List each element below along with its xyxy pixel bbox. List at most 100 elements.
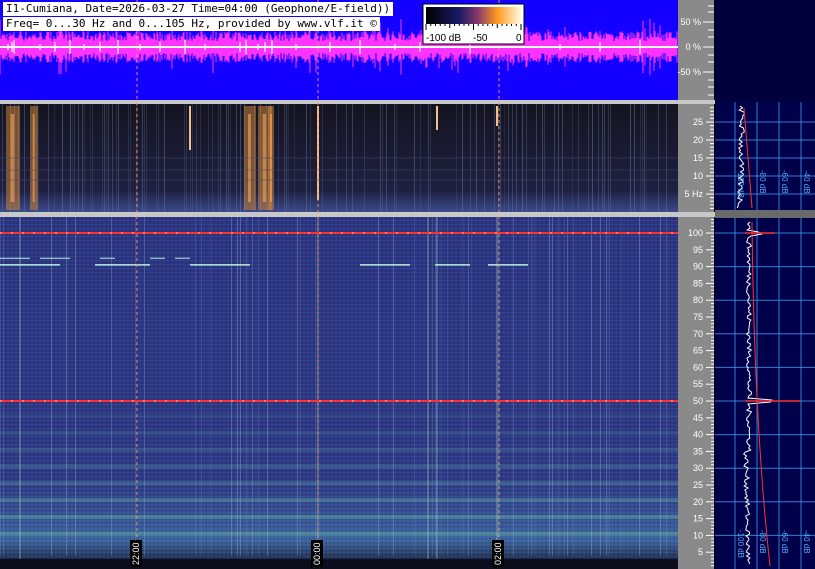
time-marker-label: 02:00 <box>493 542 503 565</box>
time-marker-label: 00:00 <box>312 542 322 565</box>
high-vertical-streak <box>552 217 553 556</box>
high-vertical-streak <box>144 217 145 556</box>
high-tick-label: 30 <box>693 463 703 473</box>
high-vertical-streak <box>237 217 238 556</box>
high-tick-label: 80 <box>693 295 703 305</box>
profile-tick-label: -60 dB <box>780 170 789 194</box>
high-vertical-streak <box>3 217 4 556</box>
high-vertical-streak <box>600 217 601 556</box>
high-floor-band <box>0 558 678 569</box>
high-vertical-streak <box>258 217 259 556</box>
high-vertical-streak <box>135 217 136 556</box>
profile-tick-label: -60 dB <box>780 530 789 554</box>
high-vertical-streak <box>414 217 415 556</box>
high-vertical-streak <box>300 217 301 556</box>
high-vertical-streak <box>267 217 268 556</box>
high-vertical-streak <box>240 217 241 556</box>
high-harmonic-band <box>0 498 678 503</box>
high-tick-label: 65 <box>693 346 703 356</box>
high-vertical-streak <box>534 217 535 556</box>
high-tick-label: 70 <box>693 329 703 339</box>
high-vertical-streak <box>606 217 607 556</box>
low-tick-label: 15 <box>693 153 703 163</box>
high-vertical-streak <box>210 217 211 556</box>
low-tick-label: 20 <box>693 135 703 145</box>
waveform-tick-label: 50 % <box>680 17 701 27</box>
panel-separator-2 <box>0 212 715 217</box>
high-tick-label: 95 <box>693 245 703 255</box>
high-vertical-streak <box>666 217 667 556</box>
high-vertical-streak <box>528 217 529 556</box>
profile-tick-label: -40 dB <box>802 170 811 194</box>
high-tick-label: 100 <box>688 228 703 238</box>
colorbar: -100 dB -50 0 <box>422 3 525 45</box>
high-vertical-streak <box>564 217 565 556</box>
low-tick-label: 10 <box>693 171 703 181</box>
profile-tick-label: -80 dB <box>758 530 767 554</box>
high-vertical-streak <box>252 217 253 556</box>
station-title: I1-Cumiana, Date=2026-03-27 Time=04:00 (… <box>3 2 394 16</box>
profile-tick-label: -40 dB <box>802 530 811 554</box>
high-vertical-streak <box>531 217 532 556</box>
high-tick-label: 55 <box>693 379 703 389</box>
high-vertical-streak <box>195 217 196 556</box>
high-vertical-streak <box>393 217 394 556</box>
high-tick-label: 90 <box>693 262 703 272</box>
high-tick-label: 60 <box>693 362 703 372</box>
high-vertical-streak <box>471 217 472 556</box>
low-tick-label: 5 Hz <box>684 189 703 199</box>
high-vertical-streak <box>468 217 469 556</box>
profile-tick-label: -100 dB <box>736 530 745 558</box>
panel-separator-1 <box>0 100 715 104</box>
high-tick-label: 5 <box>698 547 703 557</box>
high-vertical-streak <box>435 217 436 556</box>
high-vertical-streak <box>441 217 442 556</box>
high-vertical-streak <box>591 217 592 556</box>
high-vertical-streak <box>0 217 1 556</box>
time-marker-label: 22:00 <box>131 542 141 565</box>
high-vertical-streak <box>315 217 316 556</box>
frequency-info: Freq= 0...30 Hz and 0...105 Hz, provided… <box>3 17 380 31</box>
profile-tick-label: -80 dB <box>758 170 767 194</box>
high-harmonic-band <box>0 481 678 486</box>
high-vertical-streak <box>231 217 232 556</box>
high-vertical-streak <box>378 217 379 556</box>
high-vertical-streak <box>66 217 67 556</box>
high-vertical-streak <box>201 217 202 556</box>
high-tick-label: 40 <box>693 430 703 440</box>
high-vertical-streak <box>462 217 463 556</box>
waveform-tick-label: -50 % <box>677 67 701 77</box>
high-harmonic-band <box>0 514 678 519</box>
high-tick-label: 20 <box>693 497 703 507</box>
high-vertical-streak <box>558 217 559 556</box>
high-vertical-streak <box>549 217 550 556</box>
waveform-tick-label: 0 % <box>685 42 701 52</box>
high-vertical-streak <box>567 217 568 556</box>
high-harmonic-band <box>0 414 678 419</box>
high-harmonic-band <box>0 464 678 469</box>
high-tick-label: 85 <box>693 278 703 288</box>
high-tick-label: 45 <box>693 413 703 423</box>
high-vertical-streak <box>513 217 514 556</box>
colorbar-label-max: 0 <box>516 33 522 44</box>
high-vertical-streak <box>51 217 52 556</box>
high-vertical-streak <box>447 217 448 556</box>
vlf-spectrogram-view: 50 % 0 % -50 % 25 20 15 10 5 Hz 100 95 90 85 80 75 7… <box>0 0 815 569</box>
colorbar-label-min: -100 dB <box>426 33 461 44</box>
profile-tick-label: -100 dB <box>736 170 745 198</box>
high-vertical-streak <box>432 217 433 556</box>
high-tick-label: 10 <box>693 530 703 540</box>
high-vertical-streak <box>297 217 298 556</box>
low-tick-label: 25 <box>693 117 703 127</box>
high-vertical-streak <box>660 217 661 556</box>
high-vertical-streak <box>246 217 247 556</box>
high-harmonic-band <box>0 447 678 452</box>
high-vertical-streak <box>621 217 622 556</box>
high-tick-label: 15 <box>693 514 703 524</box>
colorbar-label-mid: -50 <box>473 33 488 44</box>
colorbar-gradient <box>426 7 521 24</box>
profile-top-blank <box>715 0 815 102</box>
high-tick-label: 50 <box>693 396 703 406</box>
high-vertical-streak <box>111 217 112 556</box>
spectrogram-figure: 50 %0 %-50 % 252015105 Hz 10095908580757… <box>0 0 815 569</box>
